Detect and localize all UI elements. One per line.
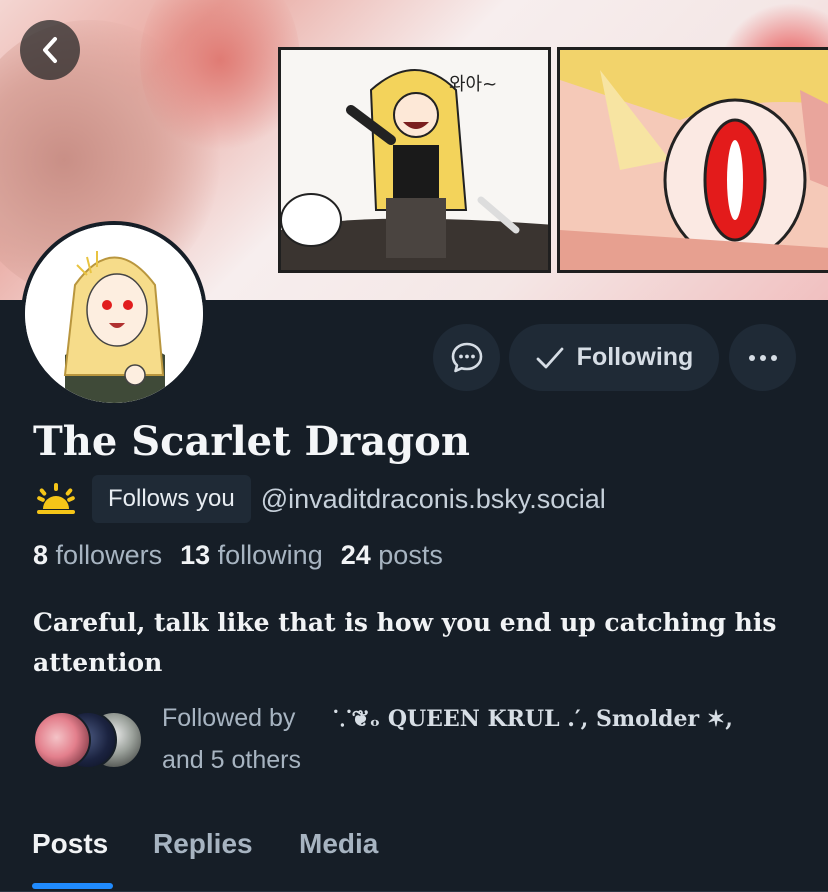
display-name: The Scarlet Dragon xyxy=(33,418,470,465)
follows-you-badge: Follows you xyxy=(92,475,251,523)
profile-avatar[interactable] xyxy=(21,221,207,407)
followed-by-avatars[interactable] xyxy=(33,711,143,771)
followers-stat[interactable]: 8 followers xyxy=(33,540,162,571)
chevron-left-icon xyxy=(43,37,57,63)
following-button[interactable]: Following xyxy=(509,324,719,391)
following-button-label: Following xyxy=(576,343,694,371)
followed-by-suffix: and 5 others xyxy=(162,746,301,774)
back-button[interactable] xyxy=(20,20,80,80)
chat-bubble-icon xyxy=(451,342,482,372)
profile-tabs: Posts Replies Media xyxy=(0,812,828,892)
tab-replies[interactable]: Replies xyxy=(153,828,253,860)
profile-handle: @invaditdraconis.bsky.social xyxy=(260,483,606,514)
check-icon xyxy=(536,347,564,368)
followed-by-text[interactable]: Followed by ⸪❦ₒ QUEEN KRUL .′, Smolder ✶,… xyxy=(162,698,802,781)
profile-stats: 8 followers 13 following 24 posts xyxy=(33,540,443,571)
tab-media[interactable]: Media xyxy=(299,828,378,860)
svg-text:와아~: 와아~ xyxy=(449,74,497,95)
tab-posts[interactable]: Posts xyxy=(32,828,108,860)
more-options-button[interactable] xyxy=(729,324,796,391)
followed-by-names: ⸪❦ₒ QUEEN KRUL .′, Smolder ✶, xyxy=(333,706,733,732)
avatar-image xyxy=(25,225,203,403)
banner-comic-panel xyxy=(557,47,828,273)
avatar xyxy=(33,711,91,769)
message-button[interactable] xyxy=(433,324,500,391)
profile-bio: Careful, talk like that is how you end u… xyxy=(33,608,777,677)
posts-stat: 24 posts xyxy=(340,540,443,570)
ellipsis-icon xyxy=(748,354,777,361)
active-tab-indicator xyxy=(32,883,113,889)
banner-comic-panel: 와아~ xyxy=(278,47,551,273)
followed-by-prefix: Followed by xyxy=(162,704,296,732)
handle-row: Follows you @invaditdraconis.bsky.social xyxy=(33,475,606,523)
following-stat[interactable]: 13 following xyxy=(180,540,323,571)
sunrise-icon xyxy=(37,483,75,514)
